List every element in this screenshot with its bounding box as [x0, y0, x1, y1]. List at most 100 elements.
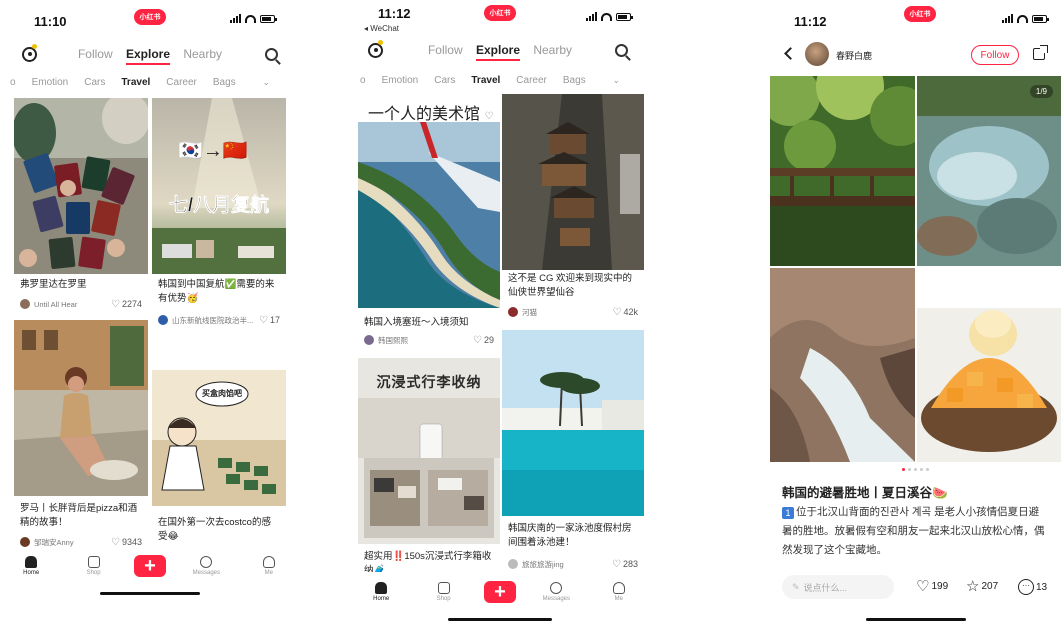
- home-icon: [25, 556, 38, 568]
- card-likes: 283: [622, 559, 638, 569]
- category-cars[interactable]: Cars: [84, 77, 105, 88]
- status-icons: [230, 14, 277, 23]
- avatar: [20, 537, 30, 547]
- post-body-text: 位于北汉山背面的진관사 계곡 是老人小孩情侣夏日避暑的胜地。放暑假有空和朋友一起…: [782, 506, 1045, 556]
- create-post-button[interactable]: +: [483, 581, 516, 603]
- bottom-tab-bar: Home Shop + Messages Me: [0, 548, 300, 584]
- category-emotion[interactable]: Emotion: [382, 75, 419, 86]
- feed-card[interactable]: 罗马丨长胖背后是pizza和酒精的故事！ 邹瑞安Anny ♡ 9343: [14, 320, 148, 550]
- messages-icon: [200, 556, 213, 568]
- tab-messages-label: Messages: [542, 596, 571, 602]
- comment-placeholder: 说点什么...: [803, 582, 848, 593]
- heart-icon[interactable]: ♡: [484, 111, 493, 122]
- tab-home[interactable]: Home: [9, 556, 53, 576]
- collect-button[interactable]: ☆ 207: [966, 579, 998, 594]
- profile-icon: [262, 556, 275, 568]
- heart-icon[interactable]: ♡: [613, 307, 622, 318]
- tab-nearby[interactable]: Nearby: [183, 47, 222, 61]
- card-title: 在国外第一次去costco的感受😂: [158, 517, 271, 542]
- category-career[interactable]: Career: [166, 77, 197, 88]
- post-image-stream: [917, 76, 1061, 266]
- feed-card[interactable]: 韩国庆南的一家泳池度假村房间围着泳池建！ 旅旅旅游jing ♡ 283: [502, 330, 644, 574]
- follow-button[interactable]: Follow: [971, 45, 1019, 65]
- heart-icon[interactable]: ♡: [473, 335, 482, 346]
- tab-explore[interactable]: Explore: [125, 47, 170, 65]
- avatar: [508, 307, 518, 317]
- category-cars[interactable]: Cars: [434, 75, 455, 86]
- comic-sign-text: 买盒肉馅吧: [202, 389, 242, 398]
- feed-card[interactable]: 这不是 CG 欢迎来到现实中的仙侠世界望仙谷 河猫 ♡ 42k: [502, 94, 644, 326]
- tab-nearby[interactable]: Nearby: [533, 43, 572, 57]
- create-post-button[interactable]: +: [133, 555, 166, 577]
- tab-shop-label: Shop: [436, 596, 451, 602]
- like-button[interactable]: ♡ 199: [916, 579, 948, 594]
- card-image: [152, 98, 286, 274]
- post-header: 春野白鹿 Follow: [770, 40, 1061, 70]
- category-partial[interactable]: o: [10, 77, 16, 88]
- tab-follow[interactable]: Follow: [428, 43, 463, 57]
- card-image: [502, 94, 644, 270]
- heart-icon[interactable]: ♡: [111, 299, 120, 310]
- back-to-wechat[interactable]: ◂ WeChat: [364, 24, 399, 33]
- tab-home[interactable]: Home: [359, 582, 403, 602]
- tab-explore[interactable]: Explore: [475, 43, 520, 61]
- number-badge: 1: [782, 507, 794, 519]
- wifi-icon: [1017, 14, 1028, 23]
- category-bags[interactable]: Bags: [213, 77, 236, 88]
- search-icon[interactable]: [265, 47, 278, 61]
- feed-card[interactable]: 🇰🇷→🇨🇳 七/八月复航 韩国到中国复航✅需要的来有优势🥳 山东新航线医院政治半…: [152, 98, 286, 330]
- comment-count: 13: [1036, 581, 1048, 593]
- home-indicator[interactable]: [448, 618, 552, 621]
- tab-messages[interactable]: Messages: [184, 556, 228, 576]
- home-indicator[interactable]: [866, 618, 966, 621]
- post-image-carousel[interactable]: 1/9: [770, 76, 1061, 462]
- chevron-down-icon[interactable]: ⌄: [612, 75, 620, 86]
- tab-me[interactable]: Me: [247, 556, 291, 576]
- comment-button[interactable]: ··· 13: [1018, 579, 1047, 595]
- tab-shop[interactable]: Shop: [422, 582, 466, 602]
- category-career[interactable]: Career: [516, 75, 547, 86]
- category-travel[interactable]: Travel: [121, 77, 150, 88]
- share-icon[interactable]: [1033, 45, 1048, 60]
- post-body: 1 位于北汉山背面的진관사 계곡 是老人小孩情侣夏日避暑的胜地。放暑假有空和朋友一…: [782, 503, 1047, 560]
- search-icon[interactable]: [615, 43, 628, 57]
- card-author: 邹瑞安Anny: [34, 537, 74, 547]
- feed-card[interactable]: 韩国入境塞班～入境须知 韩国熙熙 ♡ 29: [358, 122, 500, 348]
- feed-card[interactable]: 弗罗里达在罗里 Until All Hear ♡ 2274: [14, 98, 148, 314]
- category-bags[interactable]: Bags: [563, 75, 586, 86]
- avatar: [20, 299, 30, 309]
- card-image: [502, 330, 644, 516]
- rome-photo: [14, 320, 148, 496]
- card-image: [358, 122, 500, 308]
- phone-screen-post-detail: 11:12 小红书 春野白鹿 Follow 1/9 韩国的避暑胜地丨夏日溪谷🍉 …: [770, 0, 1061, 622]
- feed-card[interactable]: 买盒肉馅吧 在国外第一次去costco的感受😂: [152, 370, 286, 550]
- heart-icon[interactable]: ♡: [111, 537, 120, 548]
- chevron-down-icon[interactable]: ⌄: [262, 77, 270, 88]
- comment-input[interactable]: ✎ 说点什么...: [782, 575, 894, 599]
- app-badge: 小红书: [904, 6, 936, 22]
- category-partial[interactable]: o: [360, 75, 366, 86]
- wifi-icon: [601, 12, 612, 21]
- post-author[interactable]: 春野白鹿: [836, 49, 872, 62]
- heart-icon[interactable]: ♡: [259, 315, 268, 326]
- phone-screen-feed-1: 11:10 小红书 Follow Explore Nearby o Emotio…: [0, 0, 300, 622]
- comment-bubble-icon: ···: [1018, 579, 1034, 595]
- tab-me[interactable]: Me: [597, 582, 641, 602]
- tab-messages[interactable]: Messages: [534, 582, 578, 602]
- avatar[interactable]: [805, 42, 829, 66]
- tab-messages-label: Messages: [192, 570, 221, 576]
- home-indicator[interactable]: [100, 592, 200, 595]
- feed-card[interactable]: 沉浸式行李收纳 超实用‼️150s沉浸式行李箱收纳🧳: [358, 358, 500, 572]
- status-time: 11:12: [794, 14, 827, 29]
- card-image: [14, 98, 148, 274]
- status-icons: [1002, 14, 1049, 23]
- category-travel[interactable]: Travel: [471, 75, 500, 86]
- status-icons: [586, 12, 633, 21]
- back-icon[interactable]: [784, 47, 797, 60]
- tab-follow[interactable]: Follow: [78, 47, 113, 61]
- category-emotion[interactable]: Emotion: [32, 77, 69, 88]
- tab-shop[interactable]: Shop: [72, 556, 116, 576]
- heart-icon[interactable]: ♡: [612, 559, 621, 570]
- home-icon: [375, 582, 388, 594]
- post-action-bar: ✎ 说点什么... ♡ 199 ☆ 207 ··· 13: [770, 572, 1061, 602]
